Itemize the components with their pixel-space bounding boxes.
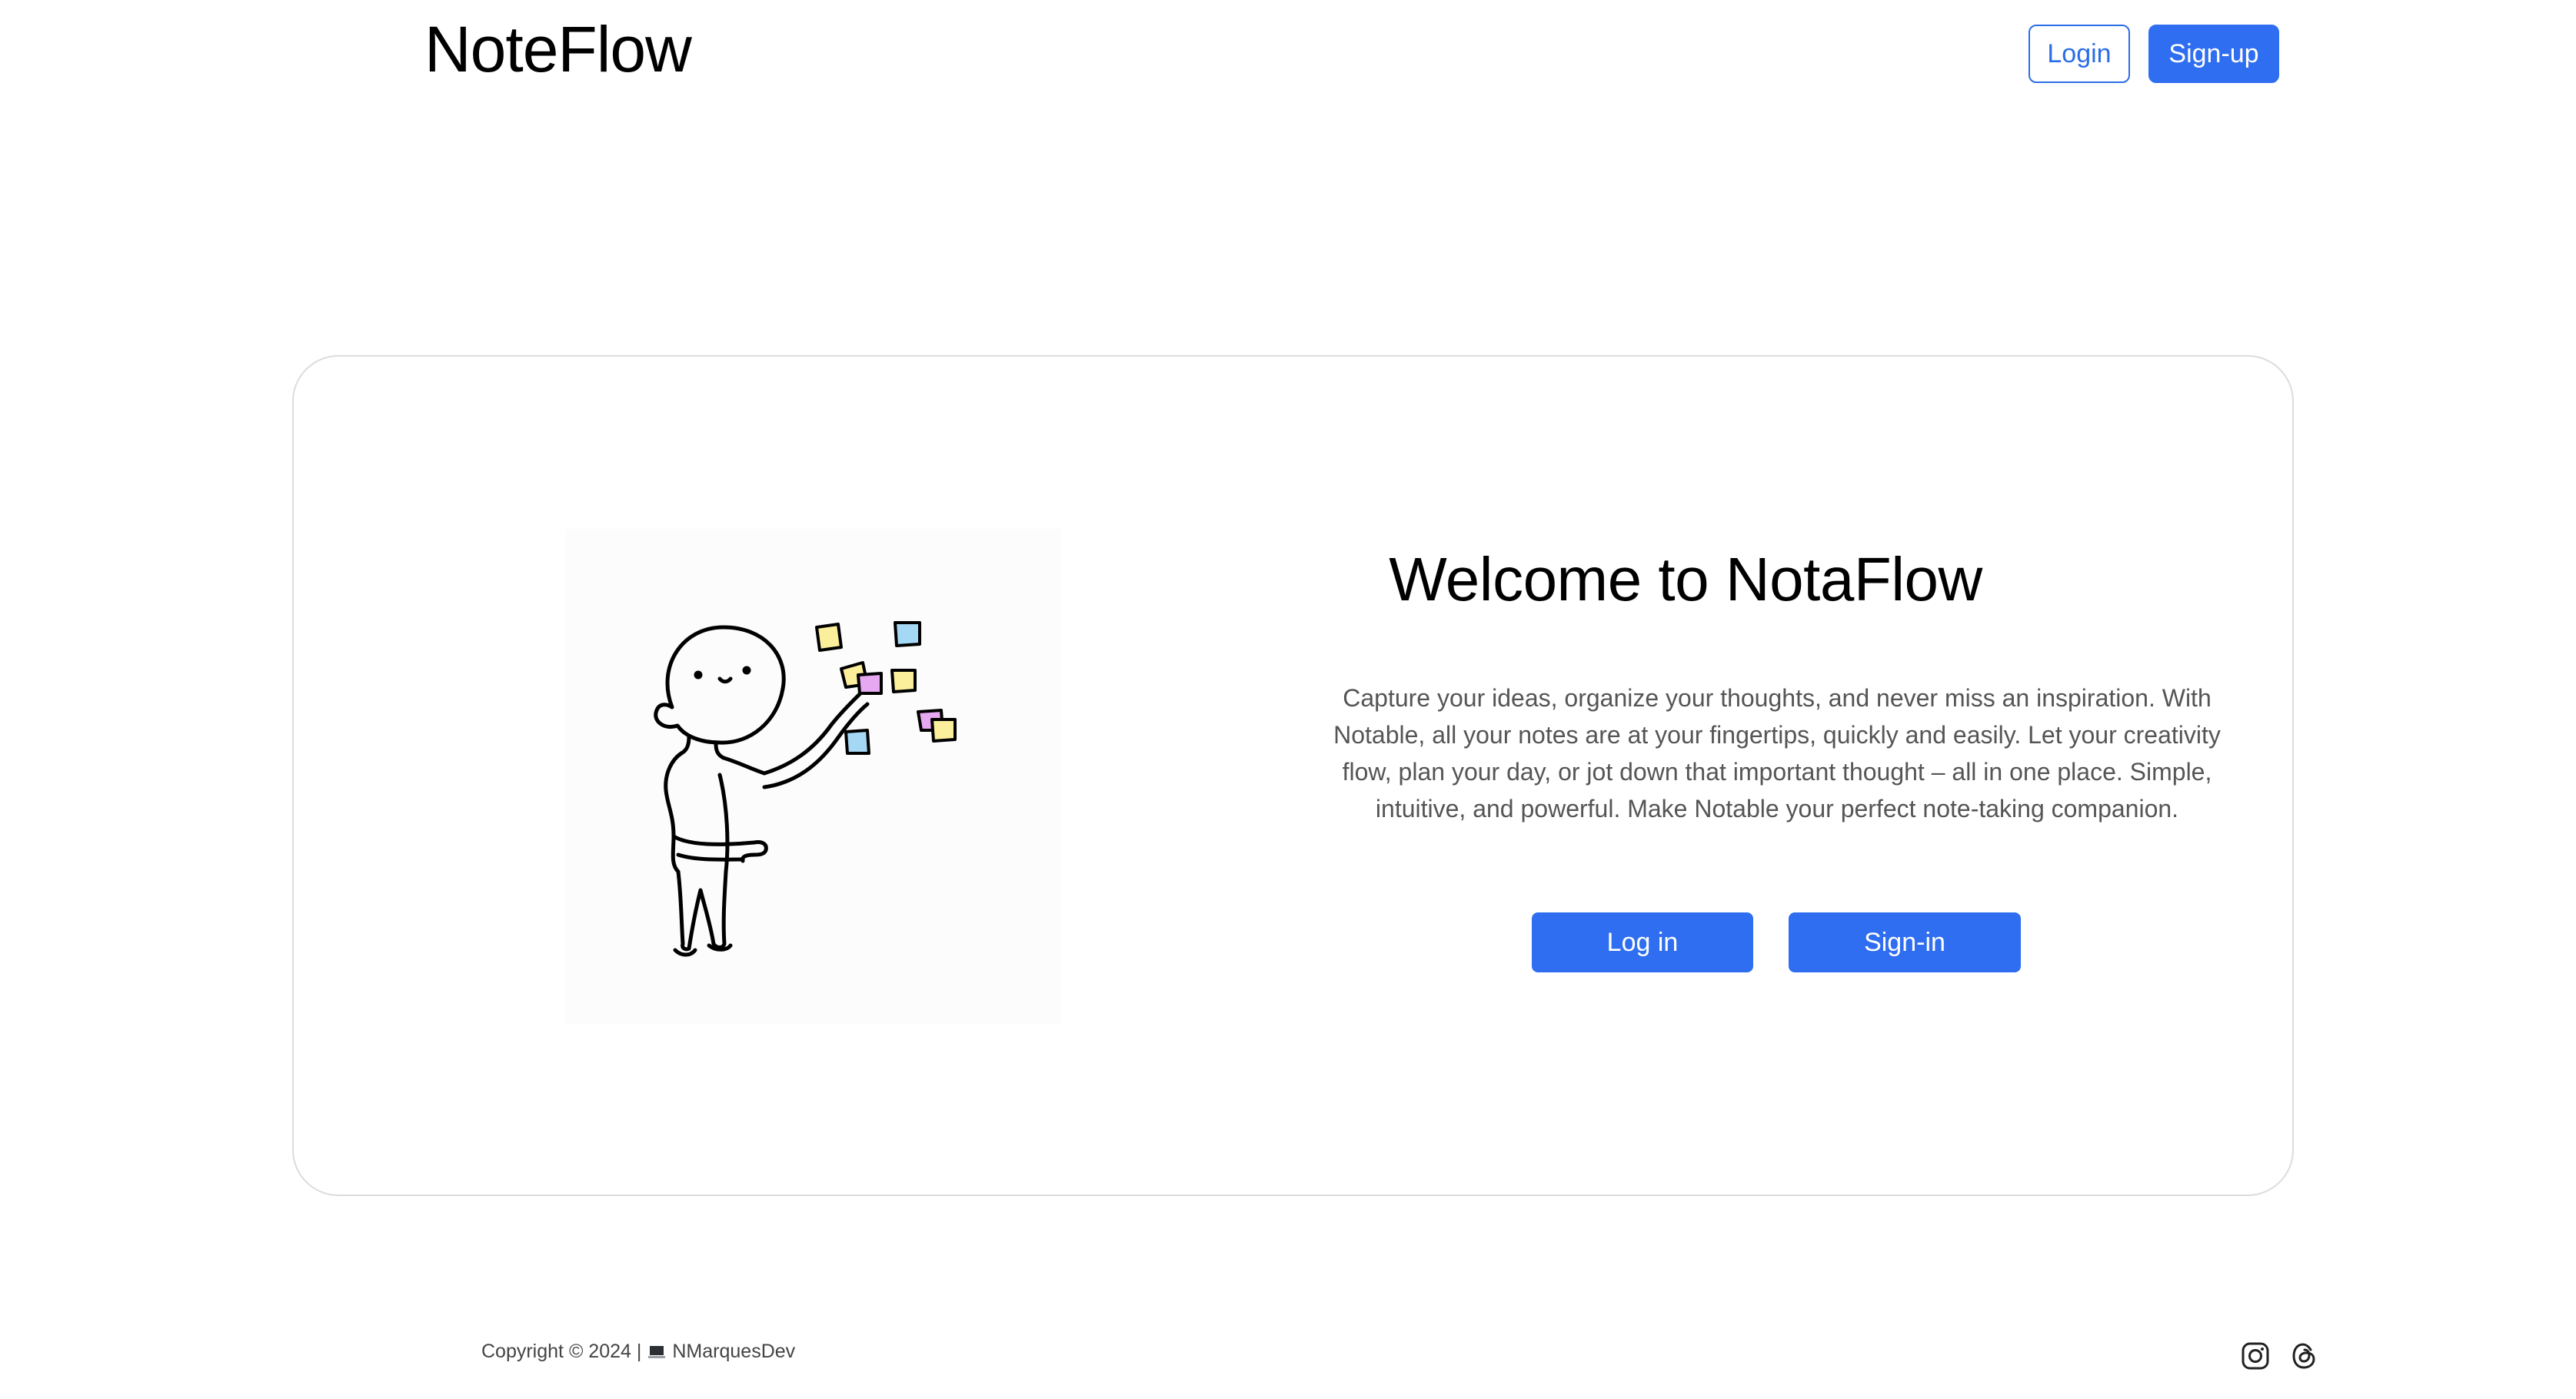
hero-title: Welcome to NotaFlow (1389, 544, 1982, 613)
header-signup-button[interactable]: Sign-up (2148, 25, 2279, 83)
site-header: NoteFlow Login Sign-up (0, 0, 2576, 108)
footer-copyright: Copyright © 2024 | NMarquesDev (481, 1341, 795, 1363)
laptop-icon (647, 1344, 666, 1361)
hero-signin-button[interactable]: Sign-in (1789, 912, 2021, 972)
person-with-sticky-notes-illustration (566, 529, 1061, 1024)
hero-description: Capture your ideas, organize your though… (1333, 684, 2221, 822)
hero-login-button[interactable]: Log in (1532, 912, 1753, 972)
instagram-icon[interactable] (2241, 1341, 2270, 1371)
header-login-button[interactable]: Login (2029, 25, 2130, 83)
brand-logo[interactable]: NoteFlow (424, 11, 692, 88)
author-name[interactable]: NMarquesDev (672, 1341, 795, 1363)
threads-icon[interactable] (2290, 1341, 2319, 1371)
copyright-text: Copyright © 2024 | (481, 1341, 642, 1362)
hero-card: Welcome to NotaFlow Capture your ideas, … (292, 355, 2294, 1196)
